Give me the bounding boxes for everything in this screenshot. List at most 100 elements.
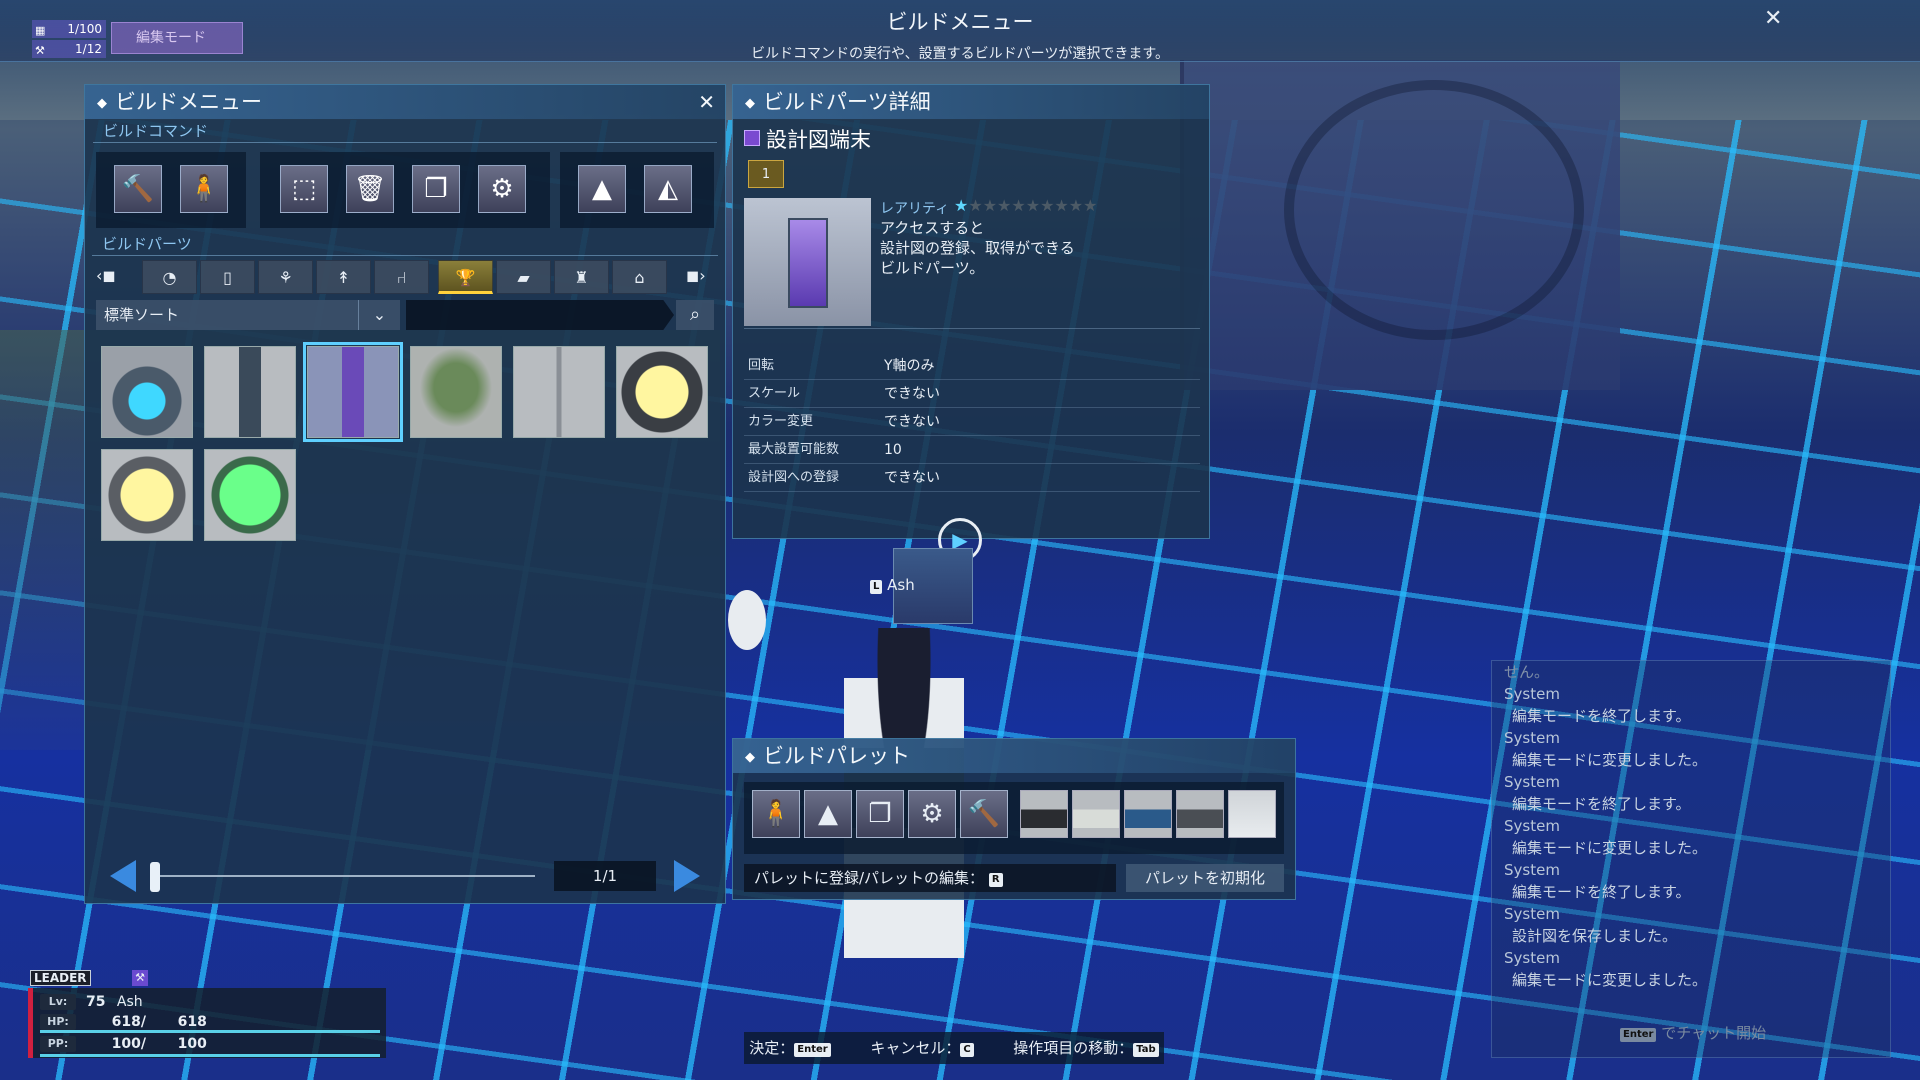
part-item-lamp[interactable] xyxy=(513,346,605,438)
page-prev-icon[interactable] xyxy=(110,860,136,892)
hammer-cancel-icon[interactable]: 🔨 xyxy=(114,165,162,213)
palette-floor-grey[interactable] xyxy=(1176,790,1224,838)
palette-settings-icon[interactable]: ⚙ xyxy=(908,790,956,838)
part-item-floor-light[interactable] xyxy=(101,449,193,541)
palette-hammer-cancel-icon[interactable]: 🔨 xyxy=(960,790,1008,838)
hp-max: 618 xyxy=(177,1014,207,1030)
pp-key: PP: xyxy=(40,1036,76,1052)
part-item-light-panel[interactable] xyxy=(616,346,708,438)
parts-counter: ▦ 1/100 xyxy=(32,20,106,38)
detail-prop-value: できない xyxy=(884,414,940,430)
move-hint: 操作項目の移動： xyxy=(1013,1039,1134,1057)
palette-copy-icon[interactable]: ❐ xyxy=(856,790,904,838)
chat-hint[interactable]: Enter でチャット開始 xyxy=(1620,1022,1766,1043)
part-detail-header: ビルドパーツ詳細 xyxy=(733,85,1209,119)
background-building xyxy=(1180,60,1620,390)
window-subtitle: ビルドコマンドの実行や、設置するビルドパーツが選択できます。 xyxy=(751,46,1169,62)
page-indicator: 1/1 xyxy=(554,861,656,891)
palette-floor-marble[interactable] xyxy=(1228,790,1276,838)
tab-trophy-icon[interactable]: 🏆 xyxy=(438,260,493,294)
tab-chair-icon[interactable]: ⑁ xyxy=(374,260,429,294)
player-tag-name: Ash xyxy=(887,576,915,594)
pp-value: 100/ xyxy=(111,1036,146,1052)
detail-prop-label: スケール xyxy=(748,386,801,401)
palette-floor-dark[interactable] xyxy=(1020,790,1068,838)
terrain-icon[interactable]: ◭ xyxy=(644,165,692,213)
tab-planter-icon[interactable]: ⚘ xyxy=(258,260,313,294)
tab-house-icon[interactable]: ⌂ xyxy=(612,260,667,294)
search-icon[interactable]: ⌕ xyxy=(676,300,714,330)
rarity-label: レアリティ xyxy=(880,201,950,217)
part-item-teleporter[interactable] xyxy=(101,346,193,438)
controls-help: 決定： Enter キャンセル： C 操作項目の移動： Tab xyxy=(744,1032,1164,1064)
part-item-plant[interactable] xyxy=(410,346,502,438)
detail-prop-label: 最大設置可能数 xyxy=(748,442,840,457)
tab-next-icon[interactable]: ◼› xyxy=(686,266,706,285)
settings-icon[interactable]: ⚙ xyxy=(478,165,526,213)
level-key: Lv: xyxy=(40,994,76,1010)
palette-person-move-icon[interactable]: 🧍 xyxy=(752,790,800,838)
person-move-icon[interactable]: 🧍 xyxy=(180,165,228,213)
close-icon[interactable]: ✕ xyxy=(698,85,715,119)
player-tag-key: L xyxy=(870,580,883,594)
hp-row: HP: 618/ 618 xyxy=(40,1012,380,1032)
tab-tree-icon[interactable]: ↟ xyxy=(316,260,371,294)
tab-furniture-icon[interactable]: ♜ xyxy=(554,260,609,294)
palette-reset-button[interactable]: パレットを初期化 xyxy=(1126,864,1284,892)
rarity-star-empty-icon: ★ xyxy=(1025,196,1041,215)
chat-sender: System xyxy=(1504,861,1560,879)
detail-prop-row: カラー変更 できない xyxy=(744,408,1200,436)
part-item-terminal-cyan[interactable] xyxy=(204,346,296,438)
parts-icon: ▦ xyxy=(35,24,46,37)
page-slider-track[interactable] xyxy=(150,875,535,877)
hp-value: 618/ xyxy=(111,1014,146,1030)
page-slider-handle[interactable] xyxy=(150,862,160,892)
palette-edit-bar[interactable]: パレットに登録/パレットの編集： R xyxy=(744,864,1116,892)
rarity-star-empty-icon: ★ xyxy=(1083,196,1098,215)
player-status: LEADER ⚒ Lv: 75 Ash HP: 618/ 618 PP: 100/ 1… xyxy=(28,968,386,1058)
part-detail-title: ビルドパーツ詳細 xyxy=(763,90,931,114)
copy-icon[interactable]: ❐ xyxy=(412,165,460,213)
tab-box-icon[interactable]: ▰ xyxy=(496,260,551,294)
tab-clock-icon[interactable]: ◔ xyxy=(142,260,197,294)
parts-tabs: ◔ ▯ ⚘ ↟ ⑁ 🏆 ▰ ♜ ⌂ xyxy=(96,260,714,294)
level-row: Lv: 75 Ash xyxy=(40,992,380,1012)
chat-message: 編集モードに変更しました。 xyxy=(1512,839,1708,857)
palette-floor-blue[interactable] xyxy=(1124,790,1172,838)
rarity-star-empty-icon: ★ xyxy=(1011,196,1026,215)
chat-message: 編集モードに変更しました。 xyxy=(1512,971,1708,989)
rarity-star-empty-icon: ★ xyxy=(968,196,983,215)
chat-sender: System xyxy=(1504,817,1560,835)
select-move-icon[interactable]: ⬚ xyxy=(280,165,328,213)
raise-icon[interactable]: ▲ xyxy=(578,165,626,213)
rarity-star-empty-icon: ★ xyxy=(1068,196,1084,215)
search-input[interactable] xyxy=(406,300,674,330)
pp-bar xyxy=(40,1054,380,1057)
palette-raise-icon[interactable]: ▲ xyxy=(804,790,852,838)
palette-floor-light[interactable] xyxy=(1072,790,1120,838)
rarity-star-empty-icon: ★ xyxy=(1054,196,1069,215)
cancel-key: C xyxy=(960,1043,974,1057)
chat-message: 編集モードを終了します。 xyxy=(1512,707,1691,725)
chat-sender: System xyxy=(1504,905,1560,923)
sort-dropdown[interactable]: 標準ソート ⌄ xyxy=(96,300,400,330)
close-icon[interactable]: ✕ xyxy=(1764,6,1782,31)
blueprint-icon xyxy=(744,130,760,146)
tab-door-icon[interactable]: ▯ xyxy=(200,260,255,294)
delete-icon[interactable]: 🗑 xyxy=(346,165,394,213)
detail-prop-row: 回転 Y軸のみ xyxy=(744,352,1200,380)
confirm-hint: 決定： xyxy=(749,1039,795,1057)
part-item-blueprint-terminal[interactable] xyxy=(303,342,403,442)
detail-prop-value: 10 xyxy=(884,442,902,458)
player-tag: L Ash xyxy=(870,576,915,594)
page-next-icon[interactable] xyxy=(674,860,700,892)
parts-label: ビルドパーツ xyxy=(92,232,718,256)
detail-prop-value: Y軸のみ xyxy=(884,358,935,374)
chat-hint-text: でチャット開始 xyxy=(1661,1024,1767,1042)
build-palette-header: ビルドパレット xyxy=(733,739,1295,773)
window-title: ビルドメニュー xyxy=(886,10,1034,34)
detail-prop-label: カラー変更 xyxy=(748,414,814,429)
chat-sender: System xyxy=(1504,685,1560,703)
chat-sender: System xyxy=(1504,949,1560,967)
part-item-green-container[interactable] xyxy=(204,449,296,541)
